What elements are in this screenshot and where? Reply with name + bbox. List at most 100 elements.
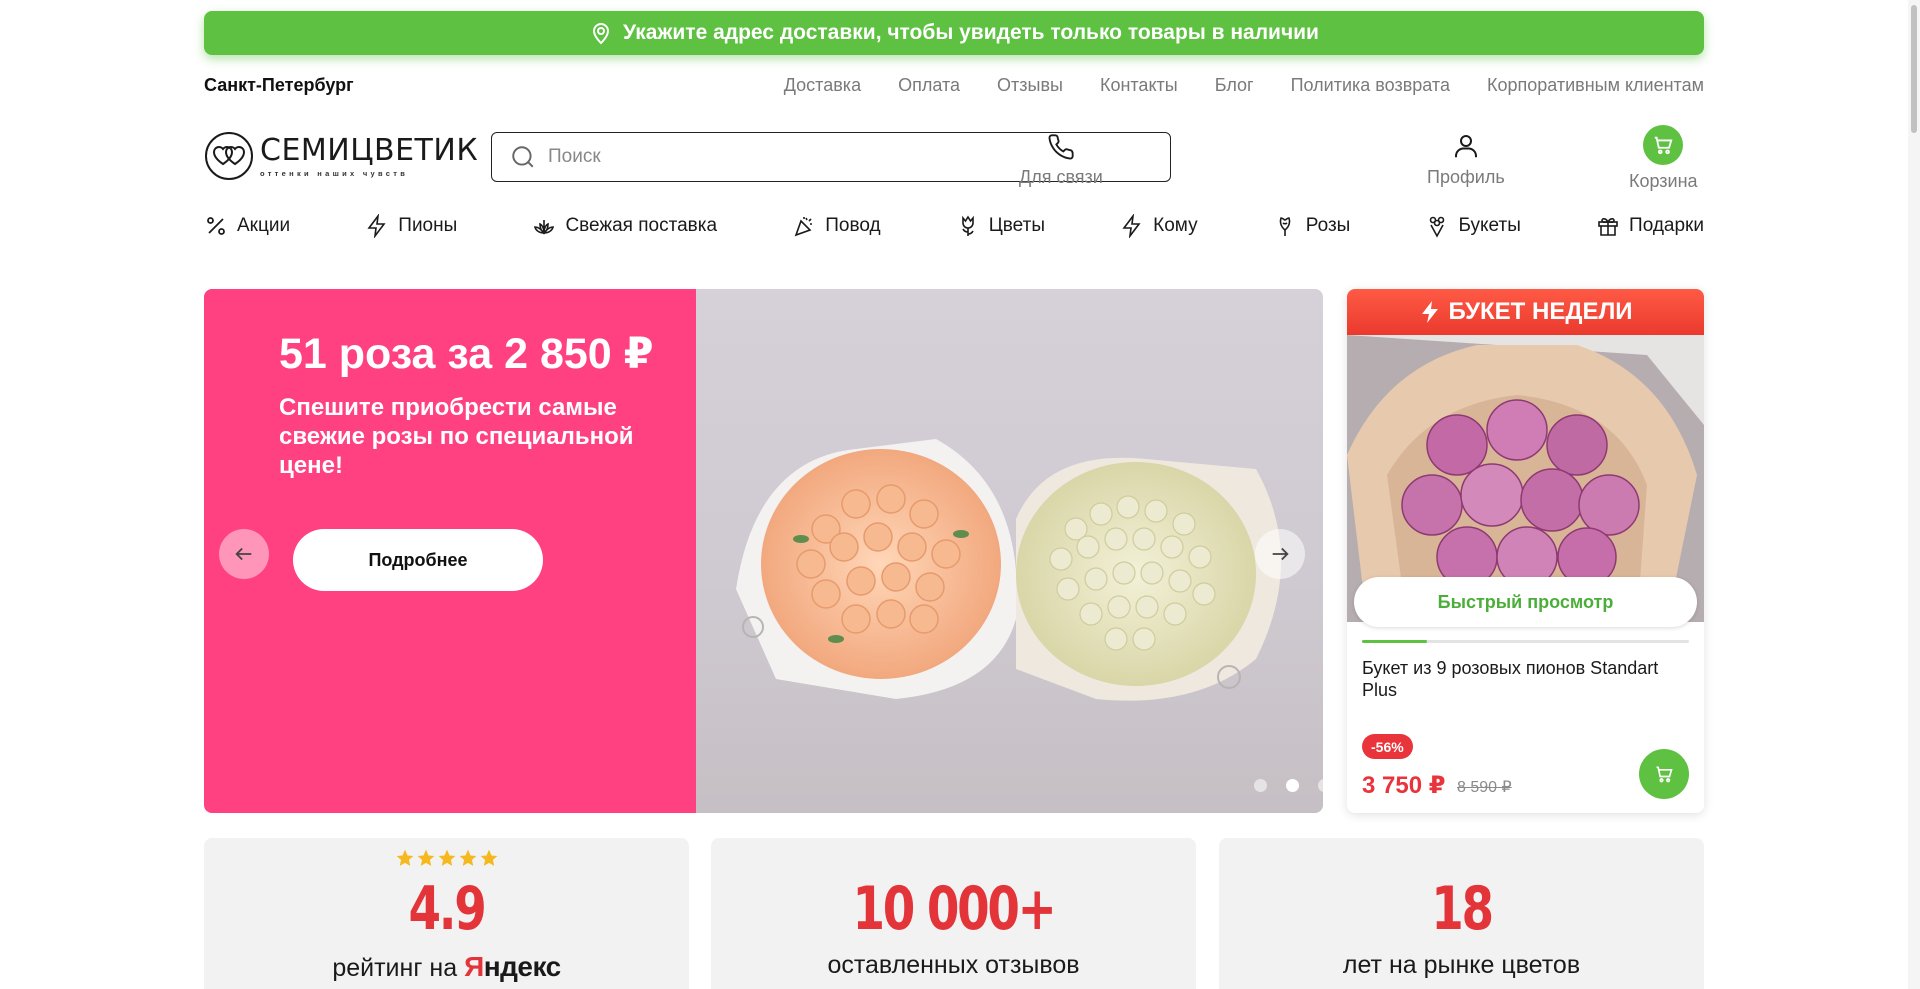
stat-reviews: 10 000+ оставленных отзывов (711, 838, 1196, 989)
category-label: Букеты (1458, 215, 1521, 236)
yandex-logo-rest: ндекс (483, 951, 561, 982)
category-occasion[interactable]: Повод (792, 214, 881, 238)
category-fresh-delivery[interactable]: Свежая поставка (532, 214, 717, 238)
category-label: Повод (825, 215, 881, 236)
star-icon (417, 849, 434, 866)
reviews-count: 10 000+ (852, 874, 1057, 944)
stat-years: 18 лет на рынке цветов (1219, 838, 1704, 989)
top-link-reviews[interactable]: Отзывы (997, 75, 1063, 96)
category-nav: Акции Пионы Свежая поставка Повод Цветы … (204, 210, 1704, 242)
cart-icon (1656, 766, 1673, 783)
rose-icon (1279, 217, 1291, 236)
tulip-icon (961, 215, 974, 236)
hero-more-button[interactable]: Подробнее (293, 529, 543, 591)
hero-slider[interactable]: 51 роза за 2 850 ₽ Спешите приобрести са… (204, 289, 1323, 813)
phone-icon (1048, 134, 1074, 160)
cart-icon-circle (1643, 125, 1684, 165)
category-label: Розы (1305, 215, 1351, 236)
hero-subtitle: Спешите приобрести самые свежие розы по … (279, 394, 634, 479)
stat-rating: 4.9 рейтинг на Яндекс (204, 838, 689, 989)
star-icon (480, 849, 497, 866)
logo-subtitle: оттенки наших чувств (260, 168, 409, 178)
lightning-icon (1122, 214, 1141, 238)
top-link-blog[interactable]: Блог (1215, 75, 1254, 96)
lightning-icon (367, 214, 386, 238)
contact-button[interactable]: Для связи (1019, 125, 1103, 188)
slider-dot-1[interactable] (1254, 779, 1267, 792)
lightning-icon (1422, 301, 1439, 323)
category-bouquets[interactable]: Букеты (1425, 214, 1521, 238)
slider-dots (1254, 779, 1323, 792)
countdown-progress (1362, 640, 1689, 643)
hero-promo-panel: 51 роза за 2 850 ₽ Спешите приобрести са… (204, 289, 696, 813)
slider-dot-3[interactable] (1318, 779, 1323, 792)
product-old-price: 8 590 ₽ (1457, 779, 1512, 796)
search-icon (512, 146, 534, 168)
top-link-contacts[interactable]: Контакты (1100, 75, 1178, 96)
product-price: 3 750 ₽ (1362, 772, 1446, 799)
category-peonies[interactable]: Пионы (365, 214, 457, 238)
rose-bouquets-image (736, 439, 1281, 701)
discount-badge: -56% (1362, 734, 1413, 759)
slider-dot-2[interactable] (1286, 779, 1299, 792)
product-name[interactable]: Букет из 9 розовых пионов Standart Plus (1362, 657, 1692, 701)
top-link-payment[interactable]: Оплата (898, 75, 960, 96)
city-selector[interactable]: Санкт-Петербург (204, 75, 354, 96)
logo-title: СЕМИЦВЕТИК (260, 132, 479, 168)
bouquet-of-week-header: БУКЕТ НЕДЕЛИ (1347, 289, 1704, 335)
profile-button[interactable]: Профиль (1427, 125, 1505, 188)
delivery-banner-text: Укажите адрес доставки, чтобы увидеть то… (623, 21, 1319, 44)
bouquet-of-week-title: БУКЕТ НЕДЕЛИ (1448, 298, 1633, 325)
star-icon (459, 849, 476, 866)
slider-next-button[interactable] (1255, 529, 1305, 579)
rating-caption-text: рейтинг на (332, 954, 458, 982)
gift-icon (1598, 218, 1618, 236)
yandex-logo-first-letter: Я (464, 951, 484, 982)
delivery-address-banner[interactable]: Укажите адрес доставки, чтобы увидеть то… (204, 11, 1704, 55)
reviews-caption: оставленных отзывов (827, 951, 1080, 979)
progress-fill (1362, 640, 1428, 643)
star-icon (438, 849, 455, 866)
top-bar: Санкт-Петербург Доставка Оплата Отзывы К… (204, 70, 1704, 100)
quick-view-button[interactable]: Быстрый просмотр (1354, 577, 1697, 627)
category-label: Цветы (988, 215, 1045, 236)
category-label: Акции (237, 215, 291, 236)
cart-icon (1655, 136, 1673, 155)
logo-hearts-icon (205, 132, 253, 180)
top-link-return-policy[interactable]: Политика возврата (1291, 75, 1450, 96)
slider-prev-button[interactable] (219, 529, 269, 579)
cart-label: Корзина (1629, 171, 1698, 191)
category-roses[interactable]: Розы (1273, 214, 1351, 238)
contact-label: Для связи (1019, 167, 1103, 187)
category-label: Кому (1153, 215, 1198, 236)
category-label: Свежая поставка (565, 215, 718, 236)
arrow-left-icon (235, 547, 252, 561)
arrow-right-icon (1272, 547, 1289, 561)
location-pin-icon (593, 23, 610, 45)
party-popper-icon (794, 217, 813, 237)
bouquet-of-week-card: БУКЕТ НЕДЕЛИ Быстрый просмотр Букет из 9… (1347, 289, 1704, 813)
star-icon (396, 849, 413, 866)
rating-caption: рейтинг на Яндекс (204, 951, 689, 983)
years-count: 18 (1431, 874, 1494, 944)
category-label: Пионы (398, 215, 458, 236)
user-icon (1454, 135, 1477, 158)
lotus-icon (534, 220, 555, 235)
category-gifts[interactable]: Подарки (1596, 214, 1704, 238)
category-recipient[interactable]: Кому (1120, 214, 1198, 238)
top-link-corporate[interactable]: Корпоративным клиентам (1487, 75, 1704, 96)
rating-value: 4.9 (408, 874, 487, 944)
page-scrollbar[interactable] (1908, 0, 1920, 989)
top-nav: Доставка Оплата Отзывы Контакты Блог Пол… (784, 75, 1704, 96)
percent-icon (207, 217, 225, 235)
scrollbar-thumb[interactable] (1911, 5, 1917, 133)
yandex-logo[interactable]: Яндекс (464, 951, 561, 982)
cart-button[interactable]: Корзина (1629, 125, 1698, 192)
category-sales[interactable]: Акции (204, 214, 290, 238)
hero-title: 51 роза за 2 850 ₽ (279, 330, 654, 378)
add-to-cart-button[interactable] (1639, 749, 1689, 799)
top-link-delivery[interactable]: Доставка (784, 75, 861, 96)
category-flowers[interactable]: Цветы (956, 214, 1045, 238)
profile-label: Профиль (1427, 167, 1505, 187)
logo[interactable]: СЕМИЦВЕТИК оттенки наших чувств (204, 131, 478, 181)
